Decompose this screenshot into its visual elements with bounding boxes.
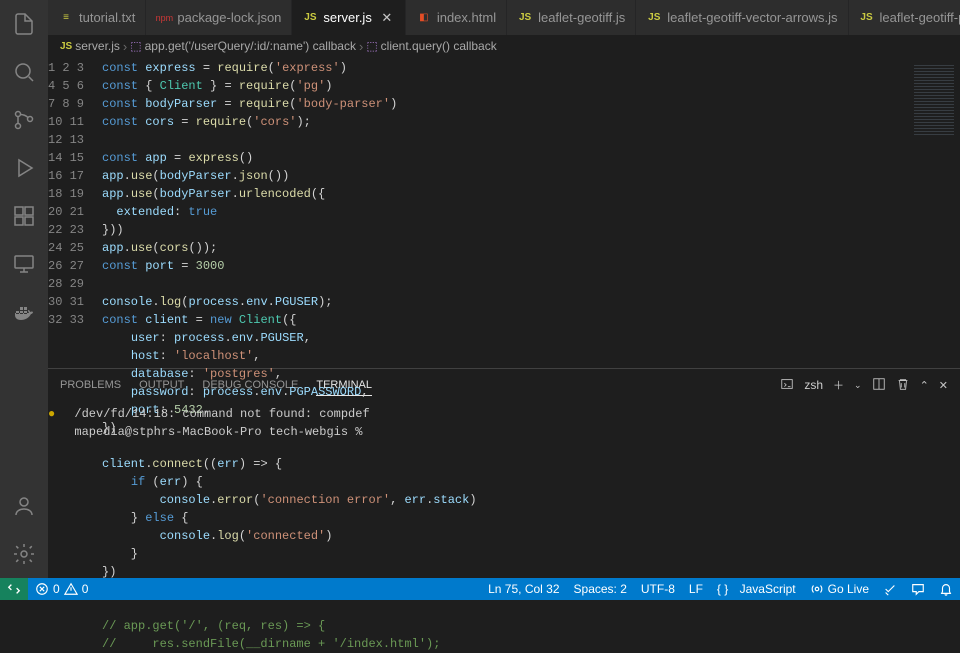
breadcrumb[interactable]: JS server.js › ⬚ app.get('/userQuery/:id… xyxy=(48,35,960,57)
tab-label: package-lock.json xyxy=(177,10,281,25)
warning-count: 0 xyxy=(82,582,89,596)
tab-leaflet-plotty[interactable]: JS leaflet-geotiff-plotty.js xyxy=(849,0,960,35)
settings-gear-icon[interactable] xyxy=(0,530,48,578)
npm-icon: npm xyxy=(156,10,172,26)
feedback-icon xyxy=(911,582,925,596)
kill-terminal-icon[interactable] xyxy=(896,377,910,394)
js-icon: JS xyxy=(60,41,72,52)
breadcrumb-symbol[interactable]: app.get('/userQuery/:id/:name') callback xyxy=(145,39,356,53)
js-icon: JS xyxy=(302,10,318,26)
split-terminal-icon[interactable] xyxy=(872,377,886,394)
status-eol[interactable]: LF xyxy=(682,578,710,600)
tab-label: tutorial.txt xyxy=(79,10,135,25)
js-icon: JS xyxy=(646,10,662,26)
run-debug-icon[interactable] xyxy=(0,144,48,192)
editor[interactable]: 1 2 3 4 5 6 7 8 9 10 11 12 13 14 15 16 1… xyxy=(48,57,960,368)
breadcrumb-symbol[interactable]: client.query() callback xyxy=(381,39,497,53)
explorer-icon[interactable] xyxy=(0,0,48,48)
accounts-icon[interactable] xyxy=(0,482,48,530)
method-icon: ⬚ xyxy=(366,39,377,53)
tab-label: leaflet-geotiff.js xyxy=(538,10,625,25)
minimap[interactable] xyxy=(910,57,960,368)
status-cursor[interactable]: Ln 75, Col 32 xyxy=(481,578,566,600)
error-icon xyxy=(35,582,49,596)
status-problems[interactable]: 0 0 xyxy=(28,578,95,600)
maximize-panel-icon[interactable]: ⌃ xyxy=(920,379,929,392)
terminal-dropdown-icon[interactable]: ⌄ xyxy=(854,380,862,391)
terminal-output: /dev/fd/14:18: command not found: compde… xyxy=(60,407,370,439)
js-icon: JS xyxy=(517,10,533,26)
status-bell[interactable] xyxy=(932,578,960,600)
status-bar: 0 0 Ln 75, Col 32 Spaces: 2 UTF-8 LF { }… xyxy=(0,578,960,600)
status-language[interactable]: { } JavaScript xyxy=(710,578,803,600)
editor-tab-bar: ≡ tutorial.txt npm package-lock.json JS ser… xyxy=(48,0,960,35)
activity-bar xyxy=(0,0,48,578)
bell-icon xyxy=(939,582,953,596)
shell-name[interactable]: zsh xyxy=(804,378,823,392)
file-icon: ≡ xyxy=(58,10,74,26)
terminal[interactable]: ● /dev/fd/14:18: command not found: comp… xyxy=(48,401,960,578)
tab-label: server.js xyxy=(323,10,371,25)
tab-label: leaflet-geotiff-plotty.js xyxy=(880,10,960,25)
remote-indicator[interactable] xyxy=(0,578,28,600)
line-gutter: 1 2 3 4 5 6 7 8 9 10 11 12 13 14 15 16 1… xyxy=(48,57,102,368)
tab-label: index.html xyxy=(437,10,496,25)
remote-icon xyxy=(7,582,21,596)
method-icon: ⬚ xyxy=(130,39,141,53)
warning-icon: ● xyxy=(48,405,55,423)
launch-profile-icon[interactable] xyxy=(780,377,794,394)
remote-explorer-icon[interactable] xyxy=(0,240,48,288)
new-terminal-icon[interactable]: ＋ xyxy=(833,377,844,393)
breadcrumb-file[interactable]: server.js xyxy=(75,39,120,53)
tab-package-lock[interactable]: npm package-lock.json xyxy=(146,0,292,35)
tab-index-html[interactable]: ◧ index.html xyxy=(406,0,507,35)
source-control-icon[interactable] xyxy=(0,96,48,144)
code-area[interactable]: const express = require('express') const… xyxy=(102,57,910,368)
chevron-right-icon: › xyxy=(123,39,127,54)
status-feedback[interactable] xyxy=(904,578,932,600)
js-icon: JS xyxy=(859,10,875,26)
broadcast-icon xyxy=(810,582,824,596)
extensions-icon[interactable] xyxy=(0,192,48,240)
html-icon: ◧ xyxy=(416,10,432,26)
tab-label: leaflet-geotiff-vector-arrows.js xyxy=(667,10,837,25)
chevron-right-icon: › xyxy=(359,39,363,54)
close-panel-icon[interactable]: ✕ xyxy=(939,379,948,392)
tab-server-js[interactable]: JS server.js ✕ xyxy=(292,0,405,35)
status-encoding[interactable]: UTF-8 xyxy=(634,578,682,600)
tab-leaflet-arrows[interactable]: JS leaflet-geotiff-vector-arrows.js xyxy=(636,0,848,35)
docker-icon[interactable] xyxy=(0,288,48,336)
tab-leaflet-geotiff[interactable]: JS leaflet-geotiff.js xyxy=(507,0,636,35)
check-icon xyxy=(883,582,897,596)
status-indent[interactable]: Spaces: 2 xyxy=(567,578,634,600)
status-go-live[interactable]: Go Live xyxy=(803,578,876,600)
error-count: 0 xyxy=(53,582,60,596)
status-prettier[interactable] xyxy=(876,578,904,600)
search-icon[interactable] xyxy=(0,48,48,96)
tab-tutorial[interactable]: ≡ tutorial.txt xyxy=(48,0,146,35)
close-icon[interactable]: ✕ xyxy=(379,10,395,26)
warning-icon xyxy=(64,582,78,596)
